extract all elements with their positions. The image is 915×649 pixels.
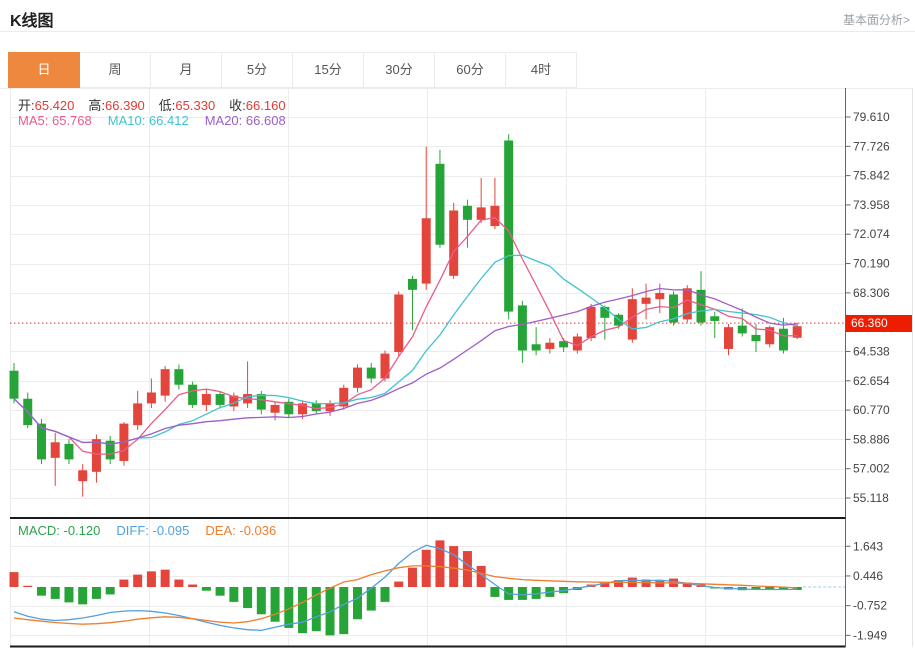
tab-15min[interactable]: 15分 xyxy=(293,52,364,88)
axis-tick-label: 73.958 xyxy=(853,198,890,212)
axis-tick-label: 0.446 xyxy=(853,569,883,583)
axis-tick-label: 60.770 xyxy=(853,403,890,417)
tab-4hour[interactable]: 4时 xyxy=(506,52,577,88)
tab-60min[interactable]: 60分 xyxy=(435,52,506,88)
ma-info-row: MA5: 65.768 MA10: 66.412 MA20: 66.608 xyxy=(18,113,286,128)
kline-app: K线图 基本面分析> 日 周 月 5分 15分 30分 60分 4时 79.61… xyxy=(0,0,915,649)
axis-tick-label: 57.002 xyxy=(853,462,890,476)
axis-tick-label: 55.118 xyxy=(853,491,889,505)
high-label: 高: xyxy=(88,98,105,113)
axis-tick-label: 70.190 xyxy=(853,257,890,271)
close-value: 66.160 xyxy=(246,98,286,113)
low-label: 低: xyxy=(159,98,176,113)
dea-legend: DEA: -0.036 xyxy=(205,523,276,538)
ohlc-info-row: 开:65.420 高:66.390 低:65.330 收:66.160 xyxy=(18,95,300,114)
main-chart-surface[interactable] xyxy=(10,88,846,518)
price-axis: 79.610 77.726 75.842 73.958 72.074 70.190 68.3… xyxy=(846,88,913,647)
diff-legend: DIFF: -0.095 xyxy=(116,523,189,538)
high-value: 66.390 xyxy=(105,98,145,113)
last-price-tag: 66.360 xyxy=(846,315,912,332)
tab-30min[interactable]: 30分 xyxy=(364,52,435,88)
macd-info-row: MACD: -0.120 DIFF: -0.095 DEA: -0.036 xyxy=(18,523,276,538)
tab-day[interactable]: 日 xyxy=(8,52,80,88)
ma10-legend: MA10: 66.412 xyxy=(108,113,189,128)
tab-5min[interactable]: 5分 xyxy=(222,52,293,88)
tab-week[interactable]: 周 xyxy=(80,52,151,88)
open-value: 65.420 xyxy=(35,98,75,113)
ma20-legend: MA20: 66.608 xyxy=(205,113,286,128)
ma5-legend: MA5: 65.768 xyxy=(18,113,92,128)
axis-tick-label: 64.538 xyxy=(853,344,890,358)
page-title: K线图 xyxy=(10,7,54,31)
low-value: 65.330 xyxy=(175,98,215,113)
open-label: 开: xyxy=(18,98,35,113)
axis-tick-label: -0.752 xyxy=(853,599,887,613)
axis-tick-label: -1.949 xyxy=(853,628,887,642)
close-label: 收: xyxy=(229,98,246,113)
macd-legend: MACD: -0.120 xyxy=(18,523,100,538)
axis-tick-label: 75.842 xyxy=(853,169,890,183)
header-divider xyxy=(0,31,915,32)
period-tab-bar: 日 周 月 5分 15分 30分 60分 4时 xyxy=(8,52,577,88)
fundamental-analysis-link[interactable]: 基本面分析> xyxy=(843,11,910,28)
axis-tick-label: 77.726 xyxy=(853,139,890,153)
axis-tick-label: 62.654 xyxy=(853,374,890,388)
axis-tick-label: 58.886 xyxy=(853,432,890,446)
tab-month[interactable]: 月 xyxy=(151,52,222,88)
axis-tick-label: 68.306 xyxy=(853,286,890,300)
axis-tick-label: 79.610 xyxy=(853,110,890,124)
axis-tick-label: 72.074 xyxy=(853,227,890,241)
axis-tick-label: 1.643 xyxy=(853,539,883,553)
